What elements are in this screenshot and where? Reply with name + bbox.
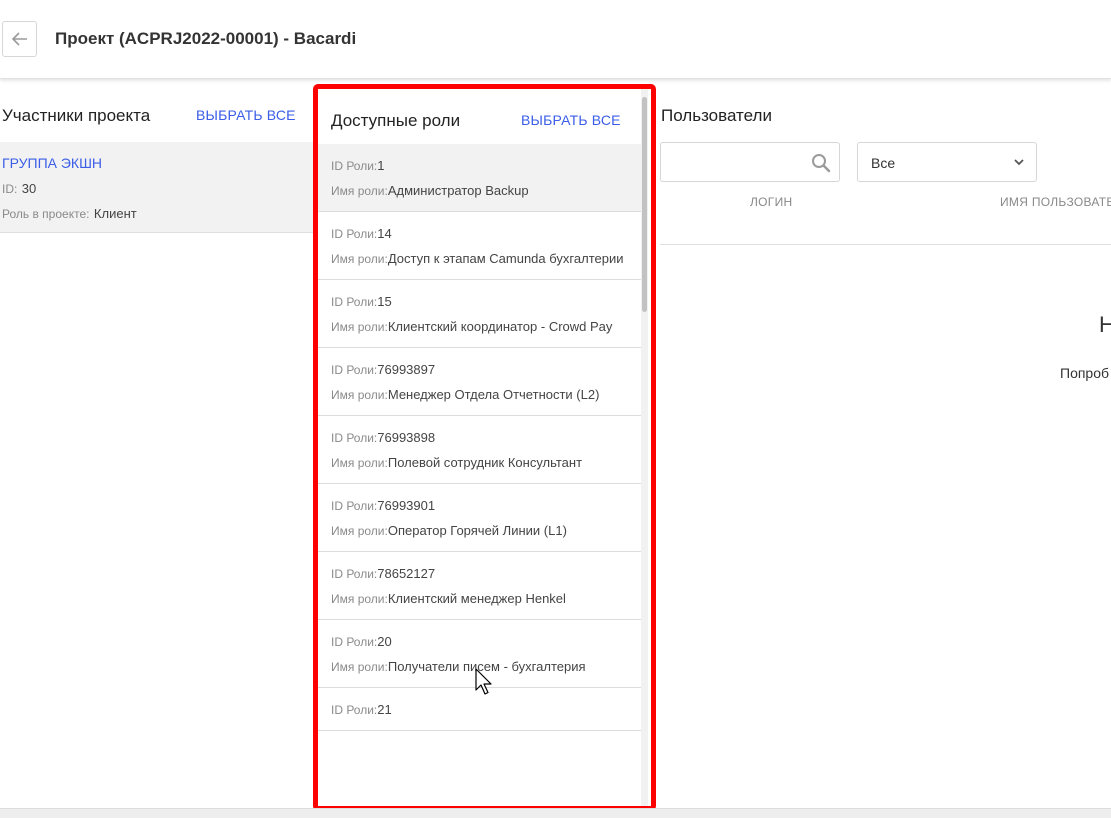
member-role-label: Роль в проекте:: [2, 207, 90, 221]
role-name-value: Менеджер Отдела Отчетности (L2): [387, 387, 600, 402]
role-name-line: Имя роли:Оператор Горячей Линии (L1): [331, 521, 628, 541]
role-id-value: 78652127: [377, 566, 436, 581]
role-name-value: Доступ к этапам Camunda бухгалтерии: [387, 251, 624, 266]
role-id-value: 15: [377, 294, 392, 309]
role-id-line: ID Роли:76993901: [331, 496, 628, 516]
role-id-line: ID Роли:76993897: [331, 360, 628, 380]
role-name-line: Имя роли:Клиентский координатор - Crowd …: [331, 317, 628, 337]
role-id-label: ID Роли:: [331, 499, 378, 513]
role-id-value: 76993898: [377, 430, 436, 445]
role-id-line: ID Роли:76993898: [331, 428, 628, 448]
role-name-label: Имя роли:: [331, 660, 388, 674]
roles-scrollbar[interactable]: [641, 89, 648, 806]
role-item[interactable]: ID Роли:76993898 Имя роли:Полевой сотрудн…: [318, 416, 641, 484]
user-search-field[interactable]: [660, 142, 840, 182]
page-header: Проект (ACPRJ2022-00001) - Bacardi: [0, 0, 1111, 79]
role-id-label: ID Роли:: [331, 635, 378, 649]
role-id-line: ID Роли:14: [331, 224, 628, 244]
member-card[interactable]: ГРУППА ЭКШН ID: 30 Роль в проекте: Клиен…: [0, 142, 330, 233]
user-filter-select[interactable]: Все: [857, 142, 1037, 182]
participants-select-all-button[interactable]: ВЫБРАТЬ ВСЕ: [196, 107, 296, 123]
role-item[interactable]: ID Роли:1 Имя роли:Администратор Backup: [318, 144, 641, 212]
empty-state-hint: Попроб: [1060, 365, 1110, 381]
arrow-left-icon: [11, 32, 27, 46]
role-name-line: Имя роли:Менеджер Отдела Отчетности (L2): [331, 385, 628, 405]
member-role: Роль в проекте: Клиент: [2, 205, 137, 223]
user-filter-value: Все: [871, 155, 896, 171]
member-id: ID: 30: [2, 180, 36, 198]
role-name-label: Имя роли:: [331, 456, 388, 470]
role-name-line: Имя роли:Клиентский менеджер Henkel: [331, 589, 628, 609]
role-item[interactable]: ID Роли:76993901 Имя роли:Оператор Горяче…: [318, 484, 641, 552]
roles-list[interactable]: ID Роли:1 Имя роли:Администратор Backup ID…: [318, 144, 641, 806]
role-item[interactable]: ID Роли:78652127 Имя роли:Клиентский мене…: [318, 552, 641, 620]
role-id-label: ID Роли:: [331, 227, 378, 241]
member-role-value: Клиент: [93, 206, 137, 221]
column-header-user-name[interactable]: ИМЯ ПОЛЬЗОВАТЕ: [1000, 195, 1111, 209]
role-name-label: Имя роли:: [331, 252, 388, 266]
role-id-label: ID Роли:: [331, 295, 378, 309]
member-id-label: ID:: [2, 182, 18, 196]
roles-select-all-button[interactable]: ВЫБРАТЬ ВСЕ: [521, 112, 621, 128]
role-id-label: ID Роли:: [331, 703, 378, 717]
role-id-line: ID Роли:15: [331, 292, 628, 312]
member-id-value: 30: [21, 181, 37, 196]
role-id-line: ID Роли:78652127: [331, 564, 628, 584]
role-id-label: ID Роли:: [331, 567, 378, 581]
roles-scrollbar-thumb[interactable]: [642, 97, 647, 312]
users-title: Пользователи: [661, 106, 772, 125]
role-id-line: ID Роли:1: [331, 156, 628, 176]
member-name[interactable]: ГРУППА ЭКШН: [2, 155, 102, 171]
role-id-value: 1: [377, 158, 385, 173]
role-name-line: Имя роли:Доступ к этапам Camunda бухгалт…: [331, 249, 628, 269]
role-id-line: ID Роли:21: [331, 700, 628, 720]
role-name-value: Администратор Backup: [387, 183, 529, 198]
role-name-label: Имя роли:: [331, 184, 388, 198]
role-name-value: Клиентский координатор - Crowd Pay: [387, 319, 613, 334]
empty-state-title: Н: [1099, 312, 1111, 337]
users-divider: [660, 244, 1111, 245]
mouse-cursor-icon: [475, 668, 492, 695]
role-item[interactable]: ID Роли:14 Имя роли:Доступ к этапам Camun…: [318, 212, 641, 280]
role-name-line: Имя роли:Полевой сотрудник Консультант: [331, 453, 628, 473]
role-item[interactable]: ID Роли:76993897 Имя роли:Менеджер Отдела…: [318, 348, 641, 416]
role-name-label: Имя роли:: [331, 592, 388, 606]
column-header-login[interactable]: ЛОГИН: [750, 195, 793, 209]
user-search-input[interactable]: [667, 151, 811, 175]
available-roles-panel: Доступные роли ВЫБРАТЬ ВСЕ ID Роли:1 Имя …: [313, 84, 656, 811]
roles-title: Доступные роли: [331, 111, 461, 130]
chevron-down-icon: [1014, 159, 1024, 166]
role-id-value: 20: [377, 634, 392, 649]
role-name-value: Клиентский менеджер Henkel: [387, 591, 566, 606]
back-button[interactable]: [2, 21, 37, 57]
page-title: Проект (ACPRJ2022-00001) - Bacardi: [55, 29, 357, 48]
role-id-value: 14: [377, 226, 392, 241]
role-id-label: ID Роли:: [331, 363, 378, 377]
role-item[interactable]: ID Роли:15 Имя роли:Клиентский координато…: [318, 280, 641, 348]
role-name-label: Имя роли:: [331, 524, 388, 538]
role-id-value: 76993901: [377, 498, 436, 513]
role-name-label: Имя роли:: [331, 388, 388, 402]
role-id-label: ID Роли:: [331, 159, 378, 173]
search-icon[interactable]: [811, 153, 831, 173]
participants-title: Участники проекта: [2, 106, 151, 125]
role-name-label: Имя роли:: [331, 320, 388, 334]
role-name-line: Имя роли:Администратор Backup: [331, 181, 628, 201]
role-id-label: ID Роли:: [331, 431, 378, 445]
role-id-line: ID Роли:20: [331, 632, 628, 652]
role-id-value: 76993897: [377, 362, 436, 377]
role-name-value: Оператор Горячей Линии (L1): [387, 523, 567, 538]
role-id-value: 21: [377, 702, 392, 717]
role-name-value: Полевой сотрудник Консультант: [387, 455, 583, 470]
